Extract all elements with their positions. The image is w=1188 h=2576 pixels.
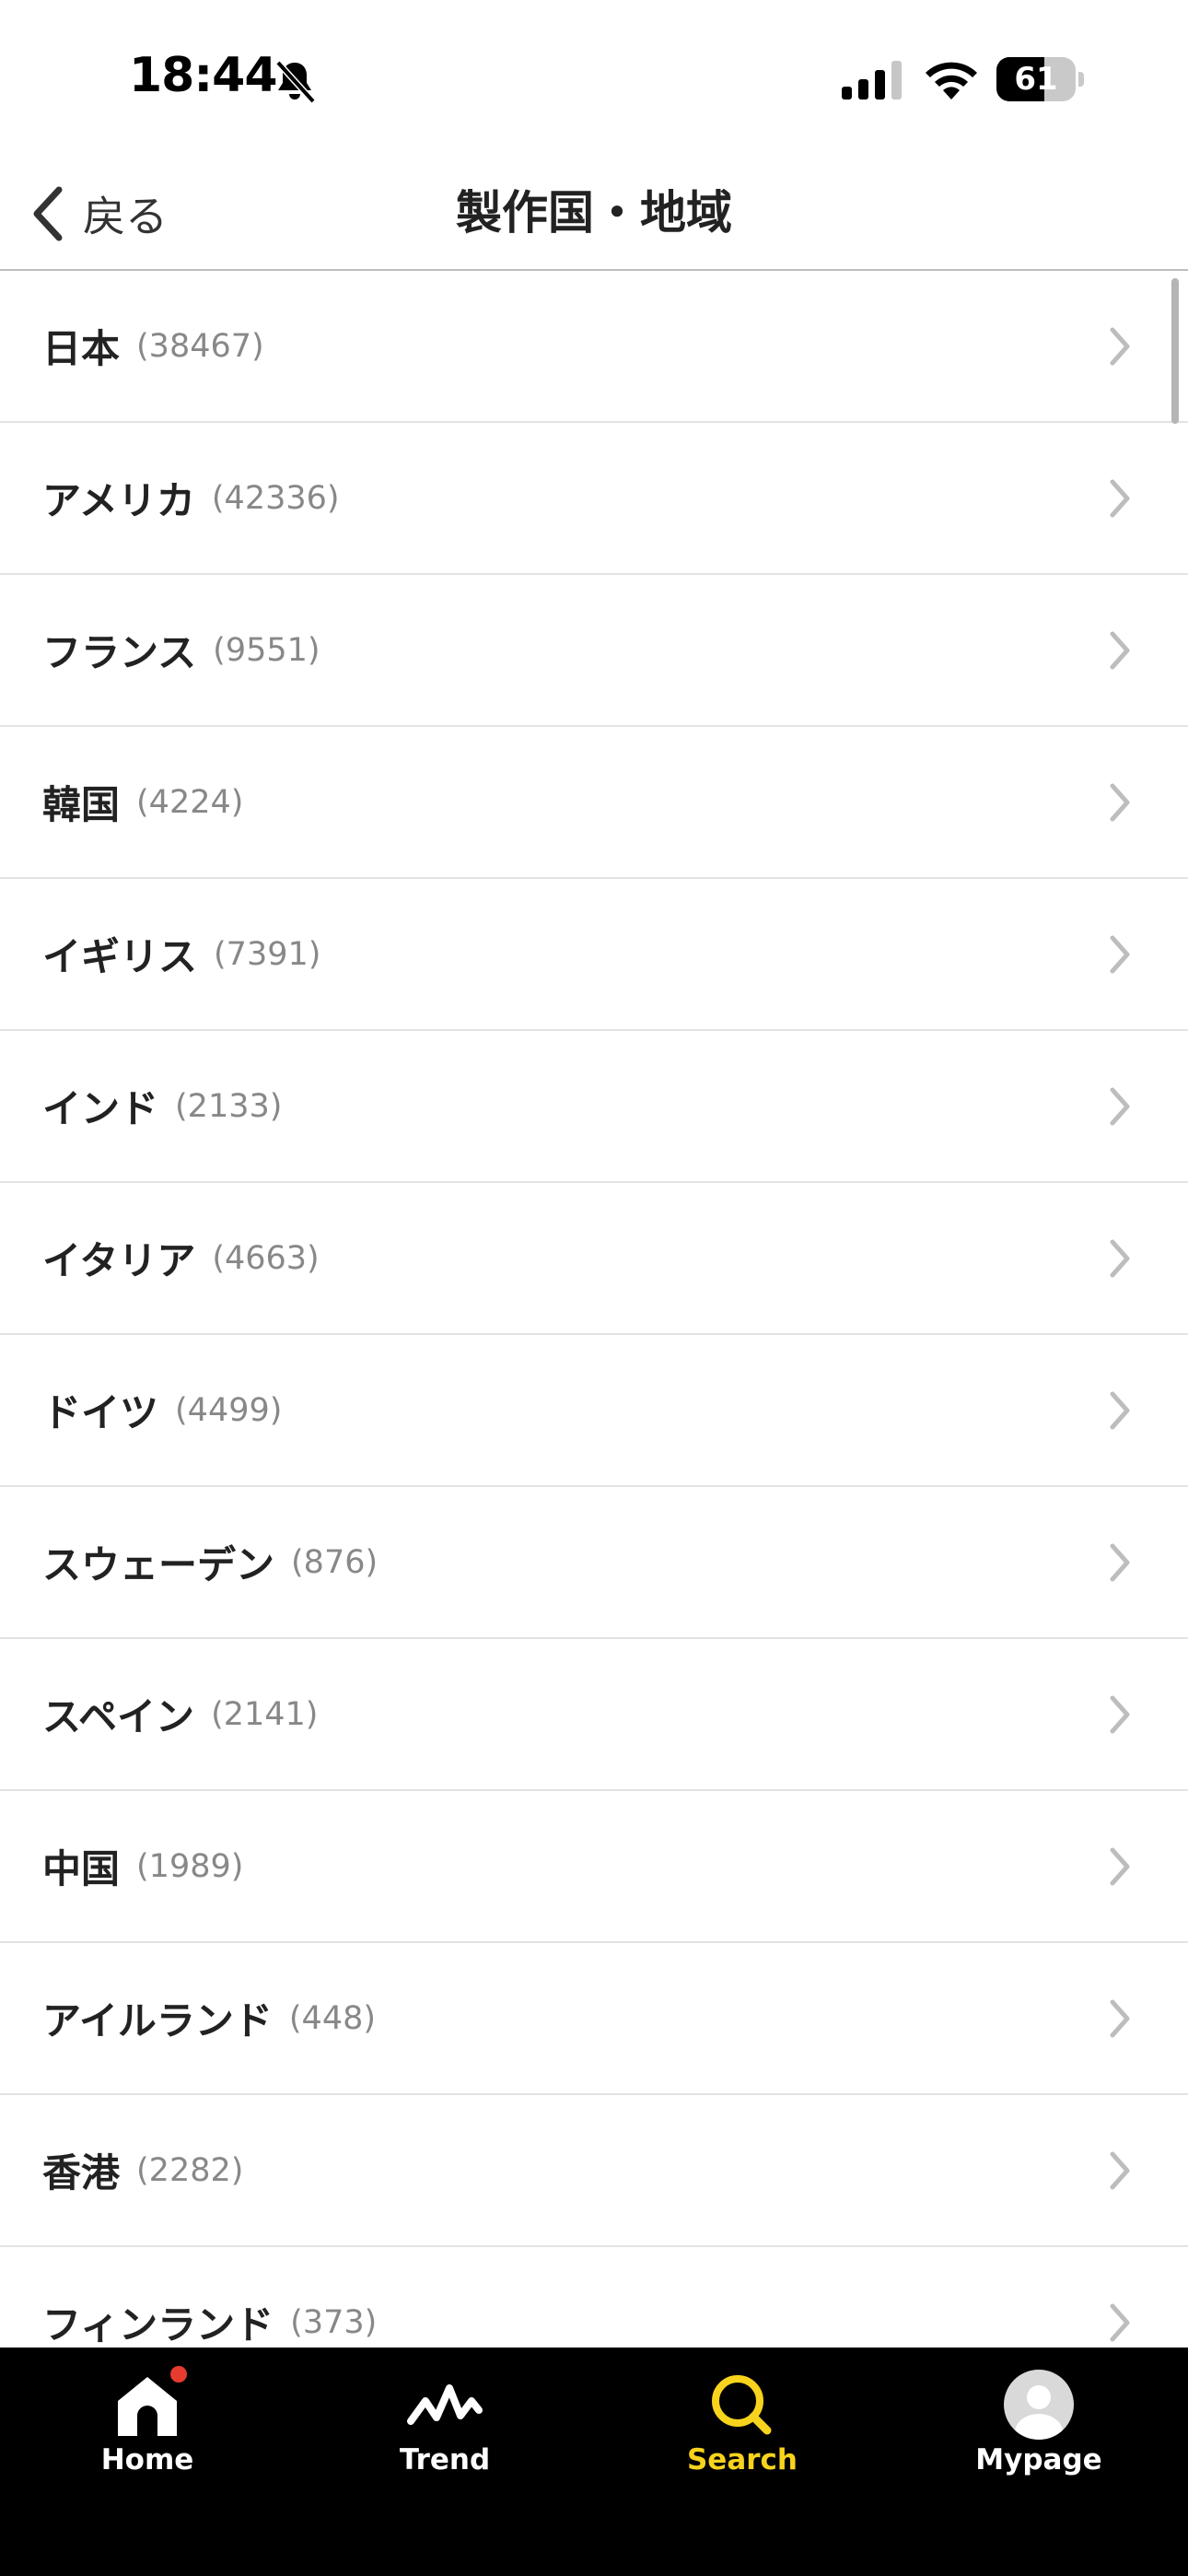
trend-icon — [407, 2384, 483, 2425]
title-count: (9551) — [213, 631, 320, 669]
country-name: スウェーデン — [42, 1542, 275, 1587]
list-item[interactable]: 香港 (2282) — [0, 2095, 1188, 2247]
title-count: (38467) — [136, 327, 264, 365]
title-count: (2282) — [136, 2151, 244, 2189]
chevron-right-icon — [1110, 935, 1130, 974]
tab-home[interactable]: Home — [32, 2348, 262, 2495]
bell-slash-icon — [275, 60, 316, 104]
search-icon — [712, 2375, 772, 2435]
country-list[interactable]: 日本 (38467) アメリカ (42336) フランス (9551) 韓国 (4224) イギ… — [0, 271, 1188, 2348]
tab-label: Home — [100, 2443, 194, 2476]
title-count: (2133) — [175, 1087, 283, 1125]
tab-label: Search — [686, 2443, 798, 2476]
title-count: (876) — [291, 1543, 379, 1581]
tab-trend[interactable]: Trend — [330, 2348, 560, 2495]
list-item[interactable]: 韓国 (4224) — [0, 727, 1188, 879]
country-name: 中国 — [42, 1846, 121, 1891]
list-item[interactable]: スペイン (2141) — [0, 1639, 1188, 1791]
chevron-right-icon — [1110, 1999, 1130, 2038]
list-item[interactable]: アメリカ (42336) — [0, 423, 1188, 575]
country-name: イタリア — [42, 1238, 196, 1283]
chevron-right-icon — [1110, 1695, 1130, 1734]
signal-icon — [842, 61, 902, 100]
status-time: 18:44 — [129, 48, 278, 103]
tab-label: Mypage — [975, 2443, 1102, 2476]
country-name: スペイン — [42, 1694, 195, 1739]
back-label: 戻る — [83, 192, 168, 241]
list-item[interactable]: スウェーデン (876) — [0, 1487, 1188, 1639]
chevron-right-icon — [1110, 479, 1130, 518]
tab-search[interactable]: Search — [627, 2348, 857, 2495]
title-count: (1989) — [136, 1847, 244, 1885]
title-count: (4499) — [175, 1391, 283, 1429]
list-item[interactable]: 日本 (38467) — [0, 271, 1188, 423]
chevron-right-icon — [1110, 1087, 1130, 1126]
avatar-icon — [1004, 2370, 1074, 2440]
status-bar: 18:44 61 — [0, 0, 1188, 157]
country-name: 韓国 — [42, 782, 121, 827]
country-name: イギリス — [42, 934, 198, 979]
title-count: (7391) — [214, 935, 321, 973]
chevron-right-icon — [1110, 1543, 1130, 1582]
list-item[interactable]: フィンランド (373) — [0, 2247, 1188, 2348]
list-item[interactable]: インド (2133) — [0, 1031, 1188, 1183]
country-name: フランス — [42, 630, 197, 675]
title-count: (373) — [290, 2303, 378, 2341]
navigation-bar: 戻る 製作国・地域 — [0, 157, 1188, 271]
chevron-right-icon — [1110, 631, 1130, 670]
title-count: (42336) — [211, 479, 340, 517]
chevron-left-icon — [33, 186, 63, 241]
tab-bar: Home Trend Search Mypage — [0, 2348, 1188, 2576]
list-item[interactable]: イギリス (7391) — [0, 879, 1188, 1031]
country-name: フィンランド — [42, 2302, 274, 2348]
notification-badge — [170, 2366, 187, 2383]
chevron-right-icon — [1110, 1391, 1130, 1430]
chevron-right-icon — [1110, 1847, 1130, 1886]
back-button[interactable]: 戻る — [28, 177, 168, 251]
country-name: アイルランド — [42, 1998, 273, 2043]
list-item[interactable]: ドイツ (4499) — [0, 1335, 1188, 1487]
wifi-icon — [926, 62, 977, 100]
battery-level: 61 — [1014, 61, 1058, 98]
chevron-right-icon — [1110, 2303, 1130, 2342]
list-item[interactable]: 中国 (1989) — [0, 1791, 1188, 1943]
list-item[interactable]: イタリア (4663) — [0, 1183, 1188, 1335]
list-item[interactable]: フランス (9551) — [0, 575, 1188, 727]
title-count: (4224) — [136, 783, 244, 821]
battery-icon: 61 — [996, 57, 1085, 101]
title-count: (2141) — [211, 1695, 319, 1733]
chevron-right-icon — [1110, 2151, 1130, 2190]
chevron-right-icon — [1110, 327, 1130, 366]
title-count: (448) — [288, 1999, 377, 2037]
chevron-right-icon — [1110, 783, 1130, 822]
country-name: 香港 — [42, 2150, 121, 2195]
title-count: (4663) — [212, 1239, 320, 1277]
country-name: インド — [42, 1086, 159, 1131]
country-name: ドイツ — [42, 1390, 159, 1435]
chevron-right-icon — [1110, 1239, 1130, 1278]
country-name: アメリカ — [42, 478, 195, 523]
page-title: 製作国・地域 — [456, 186, 732, 240]
list-item[interactable]: アイルランド (448) — [0, 1943, 1188, 2095]
scroll-indicator[interactable] — [1171, 278, 1179, 424]
tab-label: Trend — [399, 2443, 491, 2476]
home-icon — [118, 2377, 177, 2436]
country-name: 日本 — [42, 326, 121, 371]
tab-mypage[interactable]: Mypage — [924, 2348, 1154, 2495]
